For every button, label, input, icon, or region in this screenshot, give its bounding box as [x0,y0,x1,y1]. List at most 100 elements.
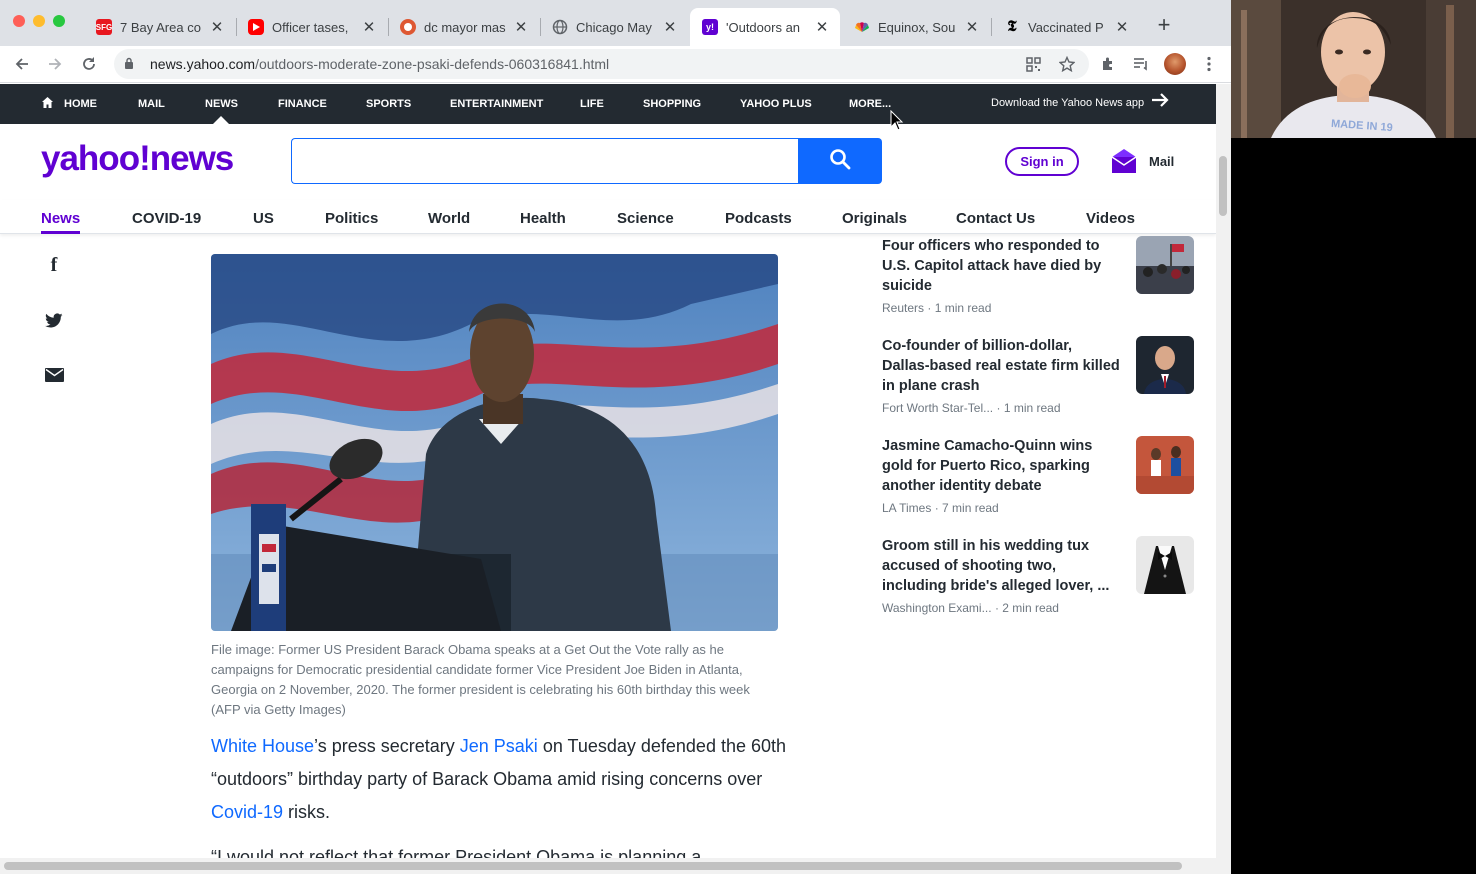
sidebar-story[interactable]: Groom still in his wedding tux accused o… [882,536,1202,626]
meta-separator: · [993,401,1004,415]
cat-originals[interactable]: Originals [842,210,907,227]
reload-button[interactable] [77,52,101,76]
sidebar-story[interactable]: Jasmine Camacho-Quinn wins gold for Puer… [882,436,1202,526]
bookmark-star-icon[interactable] [1055,52,1079,76]
topnav-finance[interactable]: FINANCE [278,98,327,110]
story-thumbnail[interactable] [1136,536,1194,594]
mail-envelope-icon[interactable] [1111,148,1137,174]
profile-avatar[interactable] [1163,52,1187,76]
story-thumbnail[interactable] [1136,436,1194,494]
new-tab-button[interactable]: + [1154,12,1174,38]
topnav-mail[interactable]: MAIL [138,98,165,110]
story-title[interactable]: Co-founder of billion-dollar, Dallas-bas… [882,336,1122,396]
minimize-window-button[interactable] [33,15,45,27]
close-tab-icon[interactable]: ✕ [814,18,830,36]
tab-nyt[interactable]: 𝕿 Vaccinated P ✕ [992,8,1140,46]
jen-psaki-link[interactable]: Jen Psaki [460,736,538,756]
tab-nbc[interactable]: Equinox, Sou ✕ [842,8,990,46]
meta-separator: · [924,301,935,315]
topnav-sports[interactable]: SPORTS [366,98,411,110]
tab-sfgate[interactable]: SFG 7 Bay Area co ✕ [84,8,235,46]
reading-list-icon[interactable] [1129,52,1153,76]
tab-title: 7 Bay Area co [120,19,201,35]
yahoo-top-nav: HOME MAIL NEWS FINANCE SPORTS ENTERTAINM… [0,84,1216,124]
arrow-right-icon[interactable] [1150,90,1170,116]
maximize-window-button[interactable] [53,15,65,27]
mail-link[interactable]: Mail [1149,154,1174,169]
topnav-shopping[interactable]: SHOPPING [643,98,701,110]
category-nav: News COVID-19 US Politics World Health S… [0,200,1216,234]
cat-health[interactable]: Health [520,210,566,227]
email-share-icon[interactable] [44,365,64,385]
extensions-puzzle-icon[interactable] [1096,52,1120,76]
topnav-entertainment[interactable]: ENTERTAINMENT [450,98,543,110]
tab-youtube[interactable]: Officer tases, ✕ [236,8,387,46]
story-meta: LA Times · 7 min read [882,501,999,515]
home-icon[interactable] [41,96,54,114]
story-title[interactable]: Groom still in his wedding tux accused o… [882,536,1122,596]
story-source: Washington Exami... [882,601,992,615]
close-tab-icon[interactable]: ✕ [513,18,529,36]
url-path: /outdoors-moderate-zone-psaki-defends-06… [255,56,610,72]
close-window-button[interactable] [13,15,25,27]
tab-title: Vaccinated P [1028,19,1104,35]
cat-news[interactable]: News [41,210,80,227]
lede-text-3: risks. [283,802,331,822]
close-tab-icon[interactable]: ✕ [964,18,980,36]
article-lede: White House’s press secretary Jen Psaki … [211,730,791,829]
twitter-share-icon[interactable] [44,310,64,330]
search-button[interactable] [798,138,882,184]
story-source: Reuters [882,301,925,315]
facebook-share-icon[interactable]: f [44,254,64,276]
image-caption: File image: Former US President Barack O… [211,642,750,717]
vertical-scroll-thumb[interactable] [1219,156,1227,216]
covid-19-link[interactable]: Covid-19 [211,802,283,822]
sfg-icon: SFG [96,19,112,35]
topnav-yahoo-plus[interactable]: YAHOO PLUS [740,98,812,110]
horizontal-scrollbar[interactable] [0,858,1216,874]
qr-code-icon[interactable] [1021,52,1045,76]
youtube-icon [248,19,264,35]
white-house-link[interactable]: White House [211,736,314,756]
search-input[interactable] [291,138,800,184]
sidebar-story[interactable]: Four officers who responded to U.S. Capi… [882,236,1202,326]
topnav-more[interactable]: MORE... [849,98,891,110]
story-meta: Reuters · 1 min read [882,301,991,315]
horizontal-scroll-thumb[interactable] [4,862,1182,870]
back-button[interactable] [10,52,34,76]
close-tab-icon[interactable]: ✕ [209,18,225,36]
url-host: news.yahoo.com [150,56,256,72]
yahoo-news-logo[interactable]: yahoo!news [41,139,234,179]
cat-covid-19[interactable]: COVID-19 [132,210,201,227]
search-icon [829,148,851,175]
topnav-news[interactable]: NEWS [205,98,238,110]
browser-menu-icon[interactable] [1197,52,1221,76]
tab-yahoo-active[interactable]: y! 'Outdoors an ✕ [690,8,840,46]
cat-us[interactable]: US [253,210,274,227]
close-tab-icon[interactable]: ✕ [361,18,377,36]
sign-in-button[interactable]: Sign in [1005,147,1079,176]
sidebar-story[interactable]: Co-founder of billion-dollar, Dallas-bas… [882,336,1202,426]
forward-button[interactable] [43,52,67,76]
topnav-life[interactable]: LIFE [580,98,604,110]
active-category-underline [41,231,80,234]
topnav-home[interactable]: HOME [64,98,97,110]
story-thumbnail[interactable] [1136,236,1194,294]
tab-chicago[interactable]: Chicago May ✕ [540,8,688,46]
cat-podcasts[interactable]: Podcasts [725,210,792,227]
close-tab-icon[interactable]: ✕ [1114,18,1130,36]
cat-contact-us[interactable]: Contact Us [956,210,1035,227]
address-bar[interactable]: news.yahoo.com/outdoors-moderate-zone-ps… [114,49,1089,79]
close-tab-icon[interactable]: ✕ [662,18,678,36]
cat-science[interactable]: Science [617,210,674,227]
cat-videos[interactable]: Videos [1086,210,1135,227]
story-title[interactable]: Four officers who responded to U.S. Capi… [882,236,1122,296]
cat-politics[interactable]: Politics [325,210,378,227]
download-app-link[interactable]: Download the Yahoo News app [991,97,1144,109]
lock-icon [124,57,140,72]
vertical-scrollbar[interactable] [1216,84,1231,874]
story-title[interactable]: Jasmine Camacho-Quinn wins gold for Puer… [882,436,1122,496]
story-thumbnail[interactable] [1136,336,1194,394]
cat-world[interactable]: World [428,210,470,227]
tab-search[interactable]: dc mayor mas ✕ [388,8,539,46]
